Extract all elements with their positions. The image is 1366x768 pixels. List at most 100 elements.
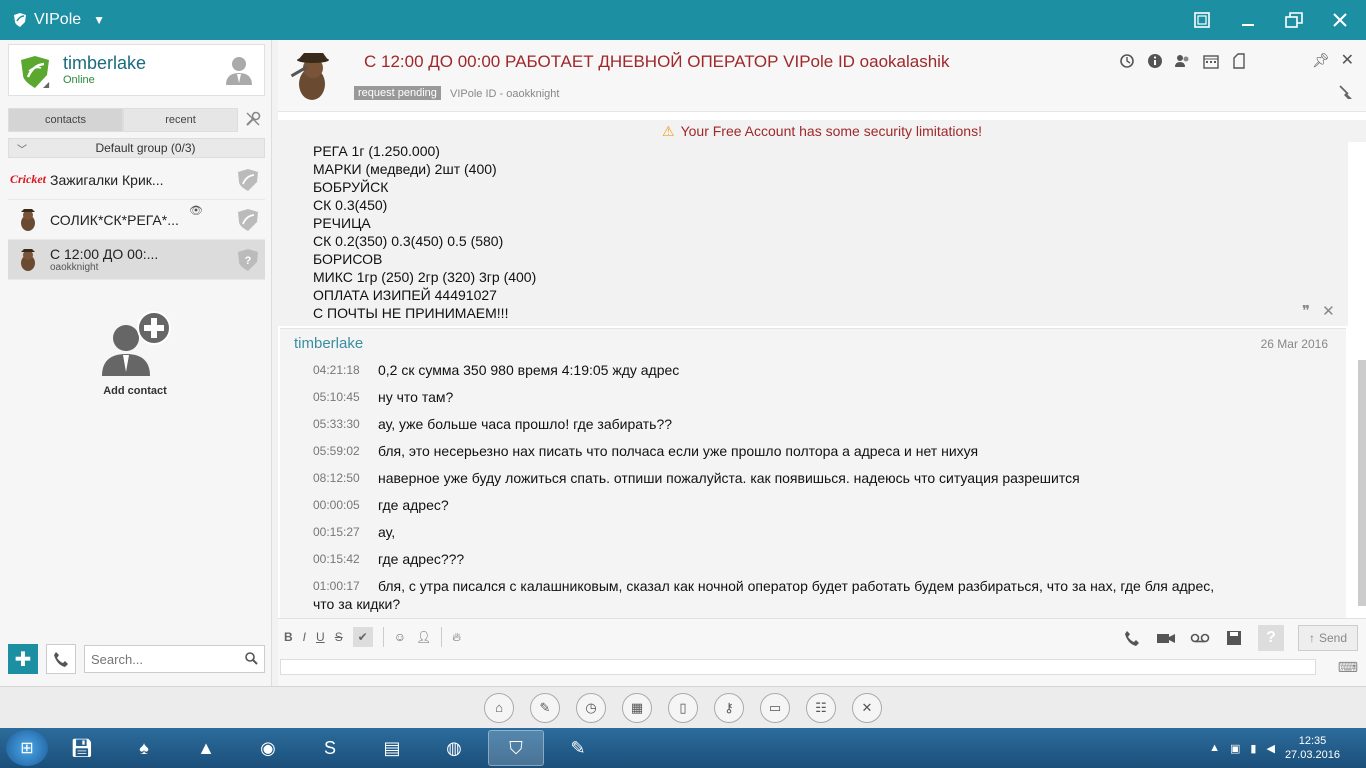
call-icon[interactable] bbox=[1122, 628, 1142, 648]
contact-group-header[interactable]: ﹀ Default group (0/3) bbox=[8, 138, 265, 158]
tray-volume-icon[interactable]: ◀ bbox=[1266, 742, 1274, 755]
chat-title: С 12:00 ДО 00:00 РАБОТАЕТ ДНЕВНОЙ ОПЕРАТ… bbox=[364, 52, 950, 71]
italic-button[interactable]: I bbox=[303, 630, 306, 644]
warning-icon: ⚠ bbox=[662, 122, 675, 139]
emoji-icon[interactable]: ☺ bbox=[394, 630, 406, 644]
settings-icon[interactable]: ✕ bbox=[852, 692, 882, 723]
tools-icon[interactable] bbox=[244, 110, 264, 130]
status-dropdown-icon[interactable]: ◢ bbox=[43, 80, 49, 89]
message-area[interactable]: РЕГА 1г (1.250.000) МАРКИ (медведи) 2шт … bbox=[278, 142, 1366, 618]
taskbar-app-paint-icon[interactable]: ✎ bbox=[550, 730, 606, 766]
message-row[interactable]: 04:21:18 0,2 ск сумма 350 980 время 4:19:… bbox=[313, 361, 1346, 379]
pin-icon[interactable]: 📌︎ bbox=[1312, 52, 1330, 69]
close-window-icon[interactable] bbox=[1328, 8, 1352, 32]
start-button-icon[interactable]: ⊞ bbox=[6, 730, 48, 766]
taskbar-app-save-icon[interactable]: 💾︎ bbox=[54, 730, 110, 766]
contact-item-selected[interactable]: С 12:00 ДО 00:... oaokknight ? bbox=[8, 240, 265, 280]
message-row[interactable]: 01:00:17 бля, с утра писался с калашников… bbox=[313, 577, 1346, 595]
strikethrough-button[interactable]: S bbox=[335, 630, 343, 644]
minimize-icon[interactable] bbox=[1236, 8, 1260, 32]
clock[interactable]: 12:35 27.03.2016 bbox=[1285, 734, 1340, 762]
divider bbox=[382, 627, 384, 647]
contacts-icon[interactable]: ☷ bbox=[806, 692, 836, 723]
search-icon[interactable] bbox=[244, 651, 258, 668]
composer: B I U S ✔ ☺ 👤︎ 🔥︎ ? ↑ Send ⌨ bbox=[278, 618, 1366, 686]
search-box[interactable] bbox=[84, 645, 265, 673]
app-logo[interactable]: VIPole bbox=[12, 11, 81, 29]
calendar-icon[interactable]: ▦ bbox=[622, 692, 652, 723]
message-row[interactable]: 05:59:02 бля, это несерьезно нах писать ч… bbox=[313, 442, 1346, 460]
keyboard-icon[interactable]: ⌨ bbox=[1338, 659, 1358, 676]
vipole-shield-icon bbox=[14, 13, 26, 27]
clear-history-icon[interactable] bbox=[1338, 84, 1354, 103]
add-button[interactable]: ✚ bbox=[8, 644, 38, 674]
video-call-icon[interactable] bbox=[1156, 628, 1176, 648]
chevron-down-icon[interactable]: ﹀ bbox=[17, 141, 27, 156]
contact-item[interactable]: Cricket Зажигалки Крик... bbox=[8, 160, 265, 200]
voicemail-icon[interactable] bbox=[1190, 628, 1210, 648]
message-row[interactable]: 05:10:45 ну что там? bbox=[313, 388, 1346, 406]
contact-card-icon[interactable]: 👤︎ bbox=[416, 630, 431, 644]
message-row[interactable]: 00:15:42 где адрес??? bbox=[313, 550, 1346, 568]
message-row-continued[interactable]: что за кидки? bbox=[313, 595, 1346, 613]
restore-layout-icon[interactable] bbox=[1190, 8, 1214, 32]
spellcheck-icon[interactable]: ✔ bbox=[352, 627, 373, 647]
security-warning-bar[interactable]: ⚠ Your Free Account has some security li… bbox=[278, 120, 1366, 142]
dismiss-status-icon[interactable]: ✕ bbox=[1322, 302, 1335, 320]
taskbar-app-aimp-icon[interactable]: ▲ bbox=[178, 730, 234, 766]
message-row[interactable]: 00:15:27 ау, bbox=[313, 523, 1346, 541]
search-input[interactable] bbox=[91, 651, 244, 667]
bold-button[interactable]: B bbox=[284, 630, 293, 644]
contacts-share-icon[interactable] bbox=[1174, 52, 1192, 70]
burn-message-icon[interactable]: 🔥︎ bbox=[452, 630, 461, 645]
save-icon[interactable] bbox=[1224, 628, 1244, 648]
maximize-icon[interactable] bbox=[1282, 8, 1306, 32]
password-icon[interactable]: ⚷ bbox=[714, 692, 744, 723]
file-icon[interactable] bbox=[1230, 52, 1248, 70]
message-scrollbar[interactable] bbox=[1358, 360, 1366, 606]
profile-avatar-icon[interactable] bbox=[222, 53, 256, 87]
message-row[interactable]: 05:33:30 ау, уже больше часа прошло! где … bbox=[313, 415, 1346, 433]
quote-icon[interactable]: ❞ bbox=[1302, 302, 1310, 320]
cricket-logo-icon: Cricket bbox=[10, 172, 46, 186]
group-chat-icon[interactable]: ✎ bbox=[530, 692, 560, 723]
contact-shield-icon bbox=[238, 209, 258, 231]
profile-card[interactable]: timberlake Online ◢ bbox=[8, 44, 265, 96]
calendar-icon[interactable] bbox=[1202, 52, 1220, 70]
system-tray: ▲ ▣ ▮ ◀ 12:35 27.03.2016 bbox=[1209, 734, 1340, 762]
app-menu-caret-icon[interactable]: ▼ bbox=[93, 13, 105, 27]
underline-button[interactable]: U bbox=[316, 630, 325, 644]
folder-icon[interactable]: ▭ bbox=[760, 692, 790, 723]
info-icon[interactable] bbox=[1146, 52, 1164, 70]
close-chat-icon[interactable]: ✕ bbox=[1341, 50, 1354, 70]
tab-recent[interactable]: recent bbox=[123, 108, 238, 132]
contact-item[interactable]: СОЛИК*СК*РЕГА*... 👁 bbox=[8, 200, 265, 240]
message-text: ау, уже больше часа прошло! где забирать… bbox=[378, 416, 673, 432]
tray-expand-icon[interactable]: ▲ bbox=[1209, 742, 1220, 754]
send-button[interactable]: ↑ Send bbox=[1297, 625, 1358, 651]
message-row[interactable]: 00:00:05 где адрес? bbox=[313, 496, 1346, 514]
home-icon[interactable]: ⌂ bbox=[484, 692, 514, 723]
tray-device-icon[interactable]: ▣ bbox=[1230, 742, 1240, 755]
taskbar-app-cards-icon[interactable]: ♠ bbox=[116, 730, 172, 766]
message-row[interactable]: 08:12:50 наверное уже буду ложиться спать… bbox=[313, 469, 1346, 487]
message-input[interactable] bbox=[280, 659, 1316, 675]
contact-avatar-dog-icon[interactable] bbox=[286, 48, 338, 104]
taskbar-app-skype-icon[interactable]: S bbox=[302, 730, 358, 766]
taskbar-app-chrome-icon[interactable]: ◉ bbox=[240, 730, 296, 766]
status-line: СК 0.3(450) bbox=[313, 197, 388, 213]
files-icon[interactable]: ▯ bbox=[668, 692, 698, 723]
history-icon[interactable]: ◷ bbox=[576, 692, 606, 723]
tray-network-icon[interactable]: ▮ bbox=[1250, 742, 1256, 755]
svg-text:?: ? bbox=[245, 255, 252, 267]
taskbar-app-explorer-icon[interactable]: ▤ bbox=[364, 730, 420, 766]
phone-button[interactable] bbox=[46, 644, 76, 674]
help-button[interactable]: ? bbox=[1257, 625, 1284, 651]
add-contact-button[interactable]: Add contact bbox=[90, 310, 180, 397]
tab-contacts[interactable]: contacts bbox=[8, 108, 123, 132]
taskbar-app-globe-icon[interactable]: ◍ bbox=[426, 730, 482, 766]
message-text: наверное уже буду ложиться спать. отпиши… bbox=[378, 470, 1080, 486]
taskbar-app-vipole-icon[interactable]: ⛉ bbox=[488, 730, 544, 766]
history-icon[interactable] bbox=[1118, 52, 1136, 70]
profile-status[interactable]: Online bbox=[63, 74, 95, 86]
